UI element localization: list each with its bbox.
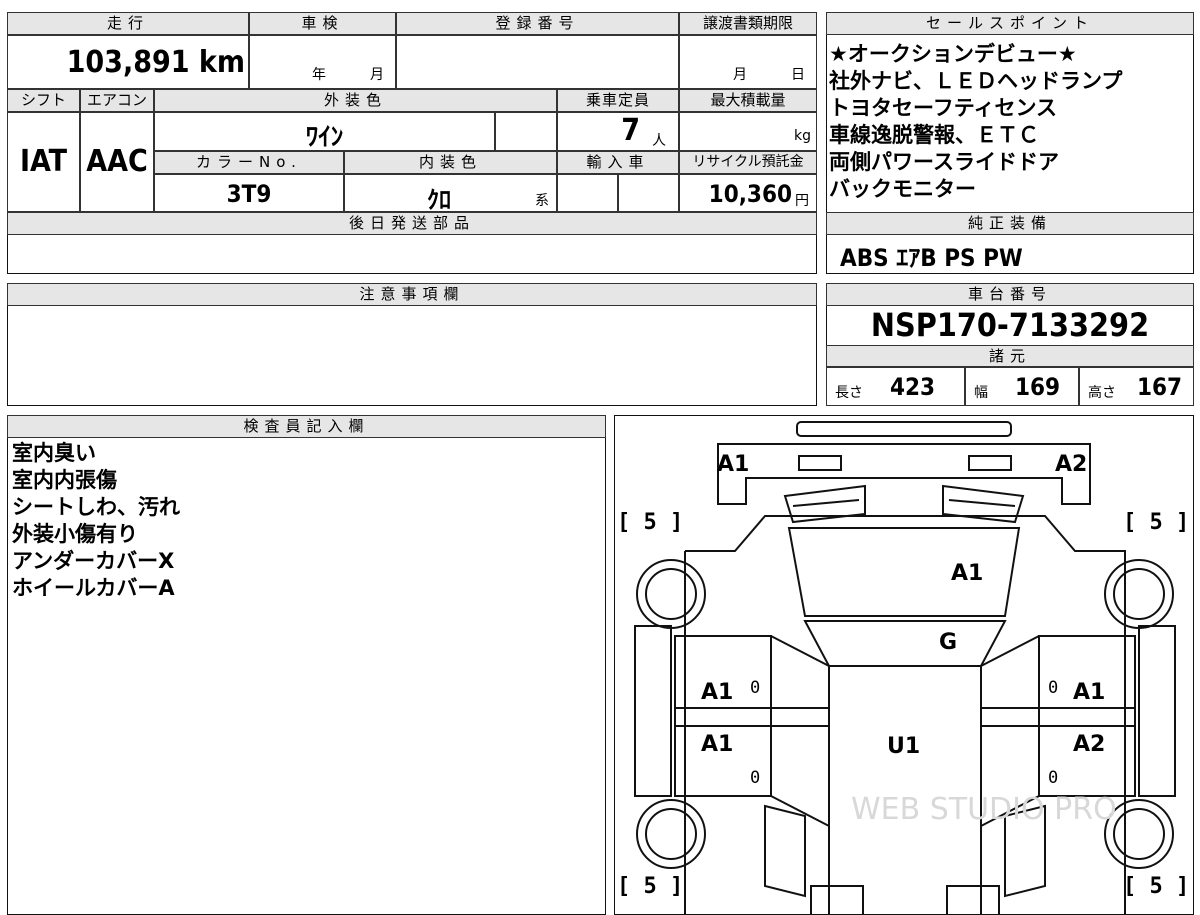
sales-point-line: トヨタセーフティセンス: [829, 96, 1058, 120]
inspection-header: 車検: [249, 12, 396, 35]
mark-hood: A1: [951, 561, 984, 586]
car-diagram-panel: A1 A2 A1 G A1 A1 A1 A2 U1 0 0 0 0 [ 5 ] …: [614, 415, 1194, 915]
chassis-number: NSP170-7133292: [870, 306, 1150, 344]
spec-header: 諸元: [826, 345, 1194, 367]
tire-tread-front-right: [ 5 ]: [1123, 510, 1190, 535]
registration-number-cell: [396, 35, 679, 89]
mark-windshield: G: [939, 630, 958, 655]
zero-mark: 0: [1048, 678, 1059, 698]
interior-color-suffix: 系: [535, 193, 549, 209]
transfer-deadline-header: 譲渡書類期限: [679, 12, 817, 35]
height-label: 高さ: [1088, 385, 1116, 401]
inspector-notes: 室内臭い 室内内張傷 シートしわ、汚れ 外装小傷有り アンダーカバーX ホイール…: [12, 440, 602, 602]
inspector-note: ホイールカバーA: [12, 576, 175, 600]
length-value: 423: [890, 373, 936, 401]
length-label: 長さ: [835, 385, 863, 401]
sales-point-line: バックモニター: [829, 177, 976, 201]
genuine-equipment-value: ABS ｴｱB PS PW: [840, 244, 1023, 272]
capacity-value: 7: [621, 113, 640, 148]
import-header: 輸入車: [557, 151, 679, 174]
sales-points-list: ★オークションデビュー★ 社外ナビ、ＬＥＤヘッドランプ トヨタセーフティセンス …: [829, 41, 1191, 203]
shift-header: シフト: [7, 89, 80, 112]
import-cell-right: [618, 174, 679, 212]
import-cell-left: [557, 174, 618, 212]
max-load-header: 最大積載量: [679, 89, 817, 112]
inspector-note: 室内臭い: [12, 441, 96, 465]
inspection-year-unit: 年: [312, 67, 326, 83]
inspector-note: 室内内張傷: [12, 468, 117, 492]
inspector-header: 検査員記入欄: [7, 415, 606, 438]
later-parts-header: 後日発送部品: [7, 212, 817, 235]
sales-point-line: 車線逸脱警報、ＥＴＣ: [829, 123, 1039, 147]
recycle-value: 10,360: [708, 180, 792, 208]
zero-mark: 0: [750, 768, 761, 788]
tire-tread-rear-right: [ 5 ]: [1123, 874, 1190, 899]
inspection-month-unit: 月: [370, 67, 384, 83]
sales-point-line: 社外ナビ、ＬＥＤヘッドランプ: [829, 69, 1123, 93]
sales-point-line: ★オークションデビュー★: [829, 42, 1077, 66]
caution-header: 注意事項欄: [7, 283, 817, 306]
recycle-header: リサイクル預託金: [679, 151, 817, 174]
color-no-header: カラーNo.: [154, 151, 344, 174]
ac-header: エアコン: [80, 89, 154, 112]
zero-mark: 0: [1048, 768, 1059, 788]
zero-mark: 0: [750, 678, 761, 698]
exterior-color-header: 外装色: [154, 89, 557, 112]
watermark: WEB STUDIO PRO: [851, 792, 1117, 827]
shift-value: IAT: [19, 144, 67, 179]
inspector-note: シートしわ、汚れ: [12, 495, 180, 519]
max-load-unit: kg: [794, 128, 811, 144]
deadline-month-unit: 月: [733, 67, 747, 83]
inspector-note: アンダーカバーX: [12, 549, 175, 573]
chassis-header: 車台番号: [826, 283, 1194, 306]
sales-point-line: 両側パワースライドドア: [829, 150, 1059, 174]
height-value: 167: [1137, 373, 1183, 401]
registration-header: 登録番号: [396, 12, 679, 35]
exterior-color-extra-cell: [495, 112, 557, 151]
mark-front-left: A1: [717, 452, 750, 477]
mark-rear-door-left: A1: [701, 732, 734, 757]
width-label: 幅: [974, 385, 988, 401]
mileage-header: 走行: [7, 12, 249, 35]
capacity-header: 乗車定員: [557, 89, 679, 112]
genuine-equipment-header: 純正装備: [826, 212, 1194, 235]
recycle-unit: 円: [795, 193, 809, 209]
sales-points-header: セールスポイント: [826, 12, 1194, 35]
interior-color-value: ｸﾛ: [427, 186, 451, 214]
tire-tread-rear-left: [ 5 ]: [617, 874, 684, 899]
mark-front-door-left: A1: [701, 680, 734, 705]
inspector-note: 外装小傷有り: [12, 522, 138, 546]
car-outline: [634, 421, 1176, 914]
ac-value: AAC: [86, 144, 148, 179]
interior-color-header: 内装色: [344, 151, 557, 174]
mark-rear-door-right: A2: [1073, 732, 1106, 757]
capacity-unit: 人: [652, 133, 666, 149]
color-no-value: 3T9: [226, 180, 272, 208]
width-value: 169: [1015, 373, 1061, 401]
mark-front-door-right: A1: [1073, 680, 1106, 705]
deadline-day-unit: 日: [791, 67, 805, 83]
mileage-value: 103,891 km: [66, 45, 245, 80]
mark-front-right: A2: [1055, 452, 1088, 477]
exterior-color-value: ﾜｲﾝ: [305, 122, 344, 151]
mark-roof: U1: [887, 734, 921, 759]
tire-tread-front-left: [ 5 ]: [617, 510, 684, 535]
